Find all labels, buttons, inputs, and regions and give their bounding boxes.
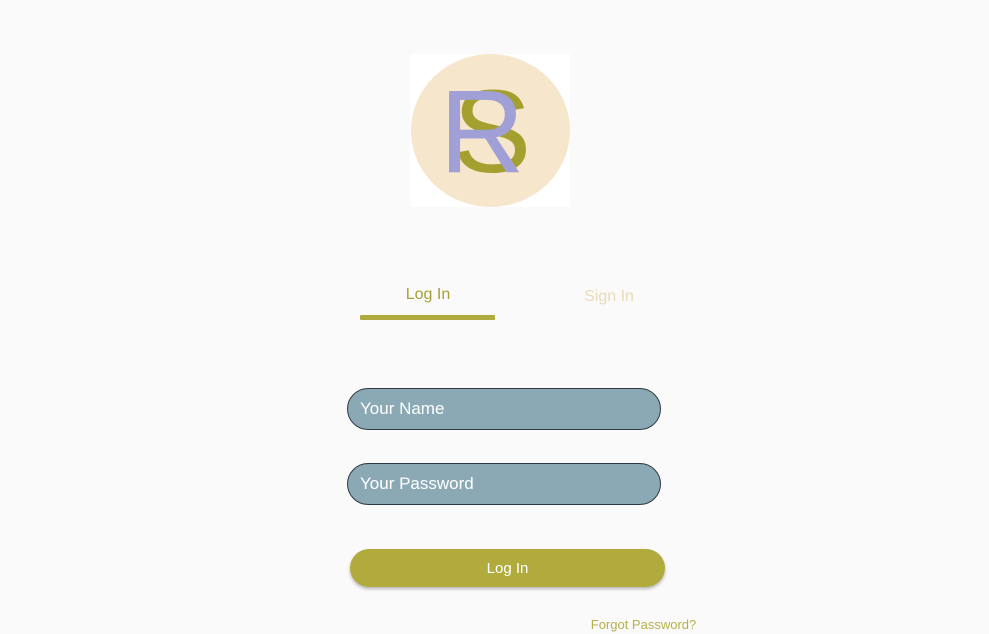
name-input[interactable] xyxy=(347,388,661,430)
logo-letter-r: R xyxy=(439,66,524,198)
tab-signin[interactable]: Sign In xyxy=(542,288,676,306)
active-tab-indicator xyxy=(360,315,495,320)
logo: S R xyxy=(410,54,570,207)
login-button[interactable]: Log In xyxy=(350,549,665,587)
forgot-password-link[interactable]: Forgot Password? xyxy=(576,617,711,632)
password-input[interactable] xyxy=(347,463,661,505)
rs-monogram-logo-icon: S R xyxy=(439,66,531,198)
tab-login[interactable]: Log In xyxy=(361,286,495,304)
